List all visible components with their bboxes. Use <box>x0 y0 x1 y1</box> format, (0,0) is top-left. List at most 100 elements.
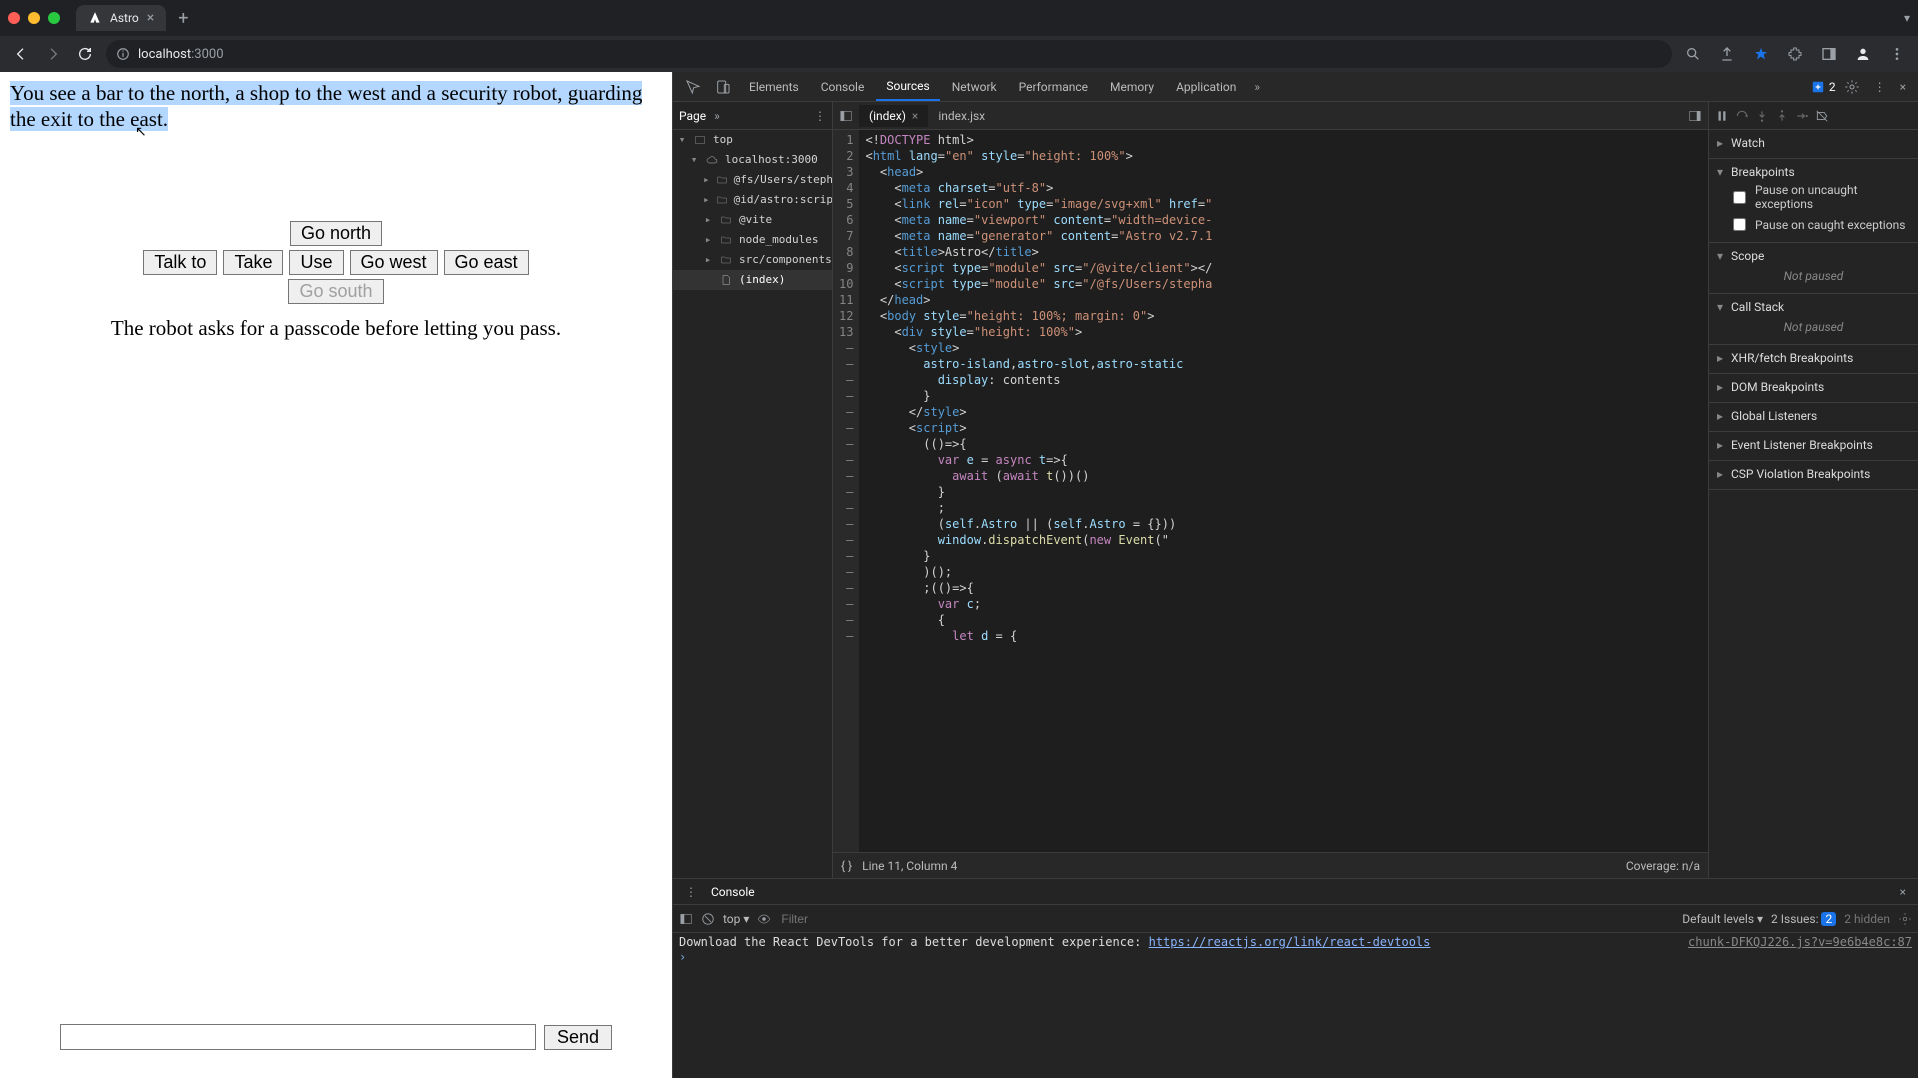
console-body[interactable]: chunk-DFKQJ226.js?v=9e6b4e8c:87 Download… <box>673 933 1918 1078</box>
navigator-tab-page[interactable]: Page <box>679 109 706 123</box>
event-listener-section[interactable]: ▸Event Listener Breakpoints <box>1715 436 1912 454</box>
console-context[interactable]: top ▾ <box>723 912 749 926</box>
close-window-icon[interactable] <box>8 12 20 24</box>
console-prompt[interactable]: › <box>679 950 1912 965</box>
pause-icon[interactable] <box>1715 109 1729 123</box>
issues-badge[interactable]: 2 <box>1811 80 1836 94</box>
room-description: You see a bar to the north, a shop to th… <box>10 80 662 133</box>
tab-performance[interactable]: Performance <box>1009 74 1098 100</box>
drawer-tabs: ⋮ Console × <box>673 879 1918 905</box>
tab-sources[interactable]: Sources <box>876 73 939 101</box>
drawer-tab-console[interactable]: Console <box>703 881 763 903</box>
more-tabs-icon[interactable]: » <box>1248 80 1266 94</box>
toggle-sidebar-icon[interactable] <box>679 912 693 926</box>
go-east-button[interactable]: Go east <box>444 250 529 275</box>
navigator-more-icon[interactable]: » <box>714 109 720 123</box>
close-icon[interactable]: × <box>912 109 918 123</box>
file-tree[interactable]: ▾top ▾localhost:3000 ▸@fs/Users/stepha ▸… <box>673 130 832 878</box>
talk-to-button[interactable]: Talk to <box>143 250 217 275</box>
settings-icon[interactable] <box>1838 79 1866 95</box>
share-icon[interactable] <box>1716 43 1738 65</box>
minimize-window-icon[interactable] <box>28 12 40 24</box>
favicon-icon <box>88 11 102 25</box>
source-link[interactable]: chunk-DFKQJ226.js?v=9e6b4e8c:87 <box>1688 935 1912 950</box>
use-button[interactable]: Use <box>289 250 343 275</box>
editor-tab-index[interactable]: (index)× <box>859 105 928 127</box>
tab-elements[interactable]: Elements <box>739 74 809 100</box>
global-listeners-section[interactable]: ▸Global Listeners <box>1715 407 1912 425</box>
forward-button[interactable] <box>42 43 64 65</box>
frame-icon <box>693 133 707 147</box>
go-north-button[interactable]: Go north <box>290 221 382 246</box>
address-bar[interactable]: localhost:3000 <box>106 40 1672 68</box>
console-filter-input[interactable] <box>779 911 1674 927</box>
toggle-navigator-icon[interactable] <box>833 109 859 123</box>
close-devtools-icon[interactable]: × <box>1894 80 1912 94</box>
browser-toolbar: localhost:3000 <box>0 36 1918 72</box>
extensions-icon[interactable] <box>1784 43 1806 65</box>
site-info-icon[interactable] <box>116 47 130 61</box>
profile-icon[interactable] <box>1852 43 1874 65</box>
deactivate-breakpoints-icon[interactable] <box>1815 109 1829 123</box>
navigator-menu-icon[interactable]: ⋮ <box>814 109 826 123</box>
live-expression-icon[interactable] <box>757 912 771 926</box>
dom-section[interactable]: ▸DOM Breakpoints <box>1715 378 1912 396</box>
pause-caught-checkbox[interactable]: Pause on caught exceptions <box>1715 213 1912 236</box>
callstack-section[interactable]: ▾Call Stack <box>1715 298 1912 316</box>
reload-button[interactable] <box>74 43 96 65</box>
folder-icon <box>719 233 733 247</box>
npc-dialog: The robot asks for a passcode before let… <box>111 316 561 341</box>
browser-tab[interactable]: Astro × <box>76 5 166 31</box>
command-input[interactable] <box>60 1024 536 1050</box>
send-button[interactable]: Send <box>544 1025 612 1050</box>
step-icon[interactable] <box>1795 109 1809 123</box>
clear-console-icon[interactable] <box>701 912 715 926</box>
menu-icon[interactable] <box>1886 43 1908 65</box>
device-icon[interactable] <box>709 79 737 95</box>
tabs-menu-icon[interactable]: ▾ <box>1904 11 1910 25</box>
code-editor[interactable]: 12345678910111213––––––––––––––––––– <!D… <box>833 130 1708 852</box>
close-tab-icon[interactable]: × <box>147 11 154 25</box>
editor-tab-indexjsx[interactable]: index.jsx <box>928 105 995 127</box>
back-button[interactable] <box>10 43 32 65</box>
issues-label[interactable]: 2 Issues: 2 <box>1771 912 1836 926</box>
step-out-icon[interactable] <box>1775 109 1789 123</box>
workspace: You see a bar to the north, a shop to th… <box>0 72 1918 1078</box>
scope-section[interactable]: ▾Scope <box>1715 247 1912 265</box>
tab-memory[interactable]: Memory <box>1100 74 1164 100</box>
sidepanel-icon[interactable] <box>1818 43 1840 65</box>
pretty-print-icon[interactable]: { } <box>841 859 852 873</box>
console-settings-icon[interactable] <box>1898 912 1912 926</box>
close-drawer-icon[interactable]: × <box>1894 885 1912 899</box>
take-button[interactable]: Take <box>223 250 283 275</box>
xhr-section[interactable]: ▸XHR/fetch Breakpoints <box>1715 349 1912 367</box>
new-tab-button[interactable]: + <box>172 8 194 29</box>
toggle-debugger-icon[interactable] <box>1682 109 1708 123</box>
console-link[interactable]: https://reactjs.org/link/react-devtools <box>1149 935 1431 949</box>
step-into-icon[interactable] <box>1755 109 1769 123</box>
go-south-button[interactable]: Go south <box>288 279 383 304</box>
tab-console[interactable]: Console <box>811 74 875 100</box>
step-over-icon[interactable] <box>1735 109 1749 123</box>
file-item-selected[interactable]: (index) <box>673 270 832 290</box>
csp-section[interactable]: ▸CSP Violation Breakpoints <box>1715 465 1912 483</box>
tab-title: Astro <box>110 11 139 25</box>
tab-network[interactable]: Network <box>942 74 1007 100</box>
devtools-menu-icon[interactable]: ⋮ <box>1868 80 1892 94</box>
inspect-icon[interactable] <box>679 79 707 95</box>
drawer-menu-icon[interactable]: ⋮ <box>679 885 703 899</box>
zoom-icon[interactable] <box>1682 43 1704 65</box>
toolbar-right <box>1682 43 1908 65</box>
pause-uncaught-checkbox[interactable]: Pause on uncaught exceptions <box>1715 181 1912 213</box>
bookmark-icon[interactable] <box>1750 43 1772 65</box>
breakpoints-section[interactable]: ▾Breakpoints <box>1715 163 1912 181</box>
editor: (index)× index.jsx 12345678910111213––––… <box>833 102 1708 878</box>
go-west-button[interactable]: Go west <box>350 250 438 275</box>
console-drawer: ⋮ Console × top ▾ Default levels ▾ 2 Iss… <box>673 878 1918 1078</box>
fullscreen-window-icon[interactable] <box>48 12 60 24</box>
watch-section[interactable]: ▸Watch <box>1715 134 1912 152</box>
log-levels[interactable]: Default levels ▾ <box>1682 912 1763 926</box>
input-row: Send <box>10 1020 662 1070</box>
app-viewport: You see a bar to the north, a shop to th… <box>0 72 672 1078</box>
tab-application[interactable]: Application <box>1166 74 1246 100</box>
